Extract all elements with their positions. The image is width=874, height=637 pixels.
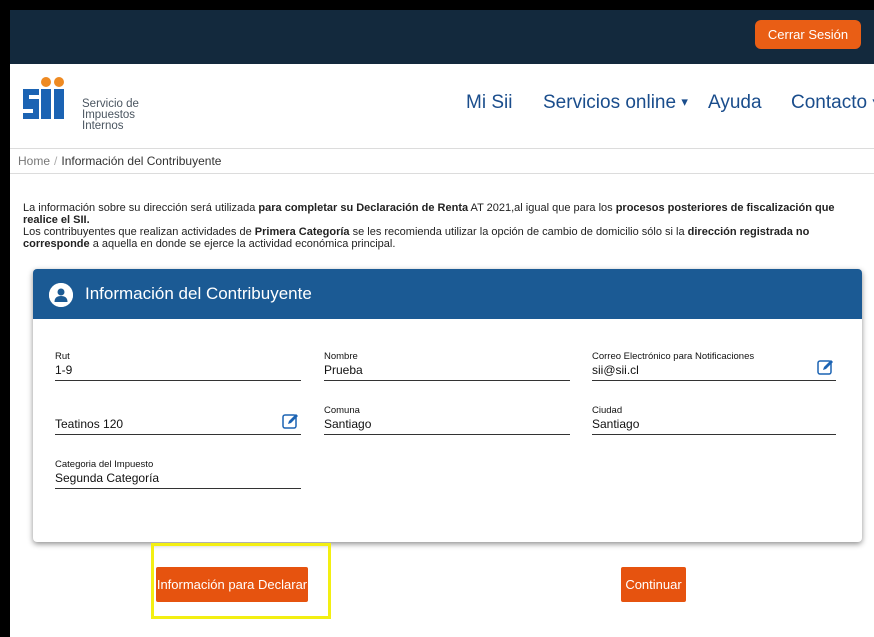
text-segment: se les recomienda utilizar la opción de … <box>349 226 688 238</box>
breadcrumb-separator: / <box>54 154 58 168</box>
edit-icon[interactable] <box>282 413 299 430</box>
comuna-field: Comuna Santiago <box>324 405 570 435</box>
text-segment: para completar su Declaración de Renta <box>258 202 469 214</box>
intro-paragraph-2: Los contribuyentes que realizan activida… <box>23 226 863 250</box>
breadcrumb-current: Información del Contribuyente <box>61 154 222 168</box>
chevron-down-icon: ▾ <box>681 94 688 109</box>
nombre-field: Nombre Prueba <box>324 351 570 381</box>
sii-logo[interactable]: Servicio de Impuestos Internos <box>21 77 141 132</box>
categoria-field: Categoria del Impuesto Segunda Categoría <box>55 459 301 489</box>
info-declarar-button[interactable]: Información para Declarar <box>156 567 308 602</box>
correo-label: Correo Electrónico para Notificaciones <box>592 351 755 362</box>
correo-value: sii@sii.cl <box>592 363 639 377</box>
ciudad-label: Ciudad <box>592 405 623 416</box>
categoria-value: Segunda Categoría <box>55 471 160 485</box>
nav-ayuda-label: Ayuda <box>708 92 762 113</box>
correo-field: Correo Electrónico para Notificaciones s… <box>592 351 836 381</box>
nombre-label: Nombre <box>324 351 358 362</box>
user-icon <box>49 283 73 307</box>
ciudad-field: Ciudad Santiago <box>592 405 836 435</box>
nav-mi-sii-label: Mi Sii <box>466 92 513 113</box>
direccion-field: Teatinos 120 <box>55 405 301 435</box>
ciudad-value: Santiago <box>592 417 640 431</box>
top-bar: Cerrar Sesión <box>10 10 874 64</box>
card-title: Información del Contribuyente <box>85 284 312 303</box>
comuna-label: Comuna <box>324 405 360 416</box>
text-segment: AT 2021,al igual que para los <box>468 202 616 214</box>
page-frame: Cerrar Sesión Servicio de Impuestos Inte… <box>10 10 874 637</box>
nav-contacto[interactable]: Contacto ▾ <box>791 92 874 114</box>
text-segment: La información sobre su dirección será u… <box>23 202 259 214</box>
card-header: Información del Contribuyente <box>33 269 862 319</box>
breadcrumb-home[interactable]: Home <box>18 154 50 168</box>
logo-text: Servicio de Impuestos Internos <box>82 98 139 132</box>
text-segment: Los contribuyentes que realizan activida… <box>23 226 255 238</box>
nav-ayuda[interactable]: Ayuda <box>708 92 762 114</box>
direccion-value: Teatinos 120 <box>55 417 124 431</box>
logo-line-3: Internos <box>82 120 124 132</box>
rut-label: Rut <box>55 351 70 362</box>
nav-contacto-label: Contacto <box>791 92 868 113</box>
site-header: Servicio de Impuestos Internos Mi Sii Se… <box>10 64 874 148</box>
nav-servicios-online[interactable]: Servicios online ▾ <box>543 92 688 114</box>
nombre-value: Prueba <box>324 363 363 377</box>
breadcrumb: Home / Información del Contribuyente <box>10 148 874 174</box>
nav-servicios-label: Servicios online <box>543 92 677 113</box>
edit-icon[interactable] <box>817 359 834 376</box>
sii-logo-icon <box>23 77 64 119</box>
text-segment: a aquella en donde se ejerce la activida… <box>89 238 396 250</box>
text-segment: Primera Categoría <box>254 226 350 238</box>
rut-value: 1-9 <box>55 363 73 377</box>
rut-field: Rut 1-9 <box>55 351 301 381</box>
categoria-label: Categoria del Impuesto <box>55 459 154 470</box>
continuar-button[interactable]: Continuar <box>621 567 686 602</box>
intro-paragraph-1: La información sobre su dirección será u… <box>23 202 863 226</box>
comuna-value: Santiago <box>324 417 372 431</box>
taxpayer-info-card: Información del Contribuyente Rut 1-9 No… <box>33 269 862 542</box>
logout-button[interactable]: Cerrar Sesión <box>755 20 861 49</box>
nav-mi-sii[interactable]: Mi Sii <box>466 92 512 114</box>
